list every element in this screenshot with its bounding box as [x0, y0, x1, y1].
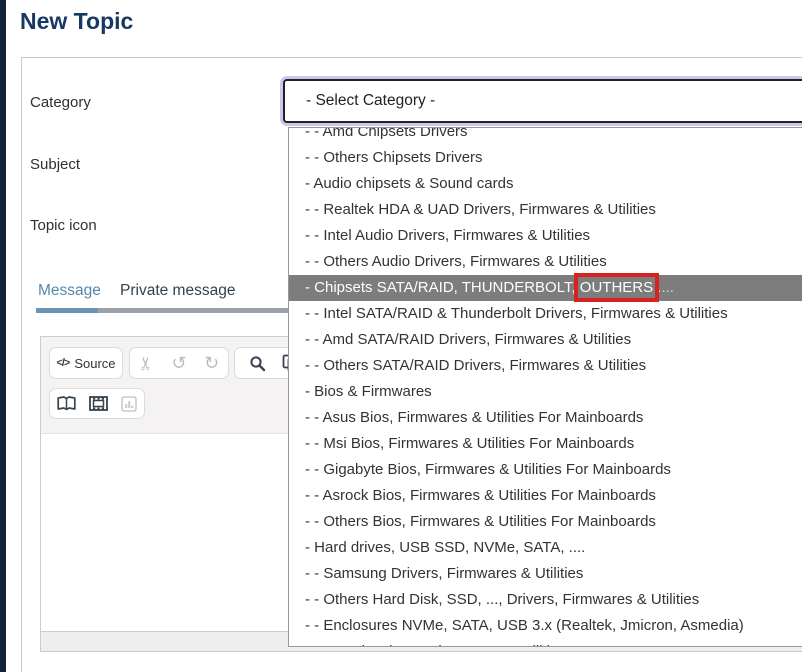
- category-option[interactable]: - - Msi Bios, Firmwares & Utilities For …: [289, 431, 802, 457]
- category-option[interactable]: - - Amd SATA/RAID Drivers, Firmwares & U…: [289, 327, 802, 353]
- tab-private-message[interactable]: Private message: [120, 282, 235, 300]
- category-option[interactable]: - - Amd Chipsets Drivers: [289, 127, 802, 145]
- category-option[interactable]: - - Enclosures NVMe, SATA, USB 3.x (Real…: [289, 613, 802, 639]
- category-dropdown-list: - - Amd Chipsets Drivers- - Others Chips…: [288, 127, 802, 647]
- category-option[interactable]: - Network Drivers, Firmwares & Utilities: [289, 639, 802, 647]
- source-button-label: Source: [74, 356, 115, 371]
- insert-button-group: [49, 388, 145, 419]
- category-option[interactable]: - - Intel SATA/RAID & Thunderbolt Driver…: [289, 301, 802, 327]
- category-option[interactable]: - - Samsung Drivers, Firmwares & Utiliti…: [289, 561, 802, 587]
- search-icon[interactable]: [249, 355, 266, 372]
- source-code-icon: </>: [56, 357, 69, 369]
- category-option[interactable]: - - Others Hard Disk, SSD, ..., Drivers,…: [289, 587, 802, 613]
- category-option-highlighted[interactable]: - Chipsets SATA/RAID, THUNDERBOLT, OUTHE…: [289, 275, 802, 301]
- category-option[interactable]: - - Others Chipsets Drivers: [289, 145, 802, 171]
- page-title: New Topic: [20, 8, 133, 35]
- category-option[interactable]: - Hard drives, USB SSD, NVMe, SATA, ....: [289, 535, 802, 561]
- category-select-value: - Select Category -: [306, 92, 435, 110]
- edit-button-group: ✂ ↺ ↻: [129, 347, 229, 379]
- category-option[interactable]: - - Others SATA/RAID Drivers, Firmwares …: [289, 353, 802, 379]
- category-option[interactable]: - - Others Bios, Firmwares & Utilities F…: [289, 509, 802, 535]
- category-option[interactable]: - - Realtek HDA & UAD Drivers, Firmwares…: [289, 197, 802, 223]
- category-select[interactable]: - Select Category -: [283, 79, 802, 123]
- subject-label: Subject: [30, 156, 80, 173]
- category-label: Category: [30, 94, 91, 111]
- category-option[interactable]: - - Asrock Bios, Firmwares & Utilities F…: [289, 483, 802, 509]
- film-strip-icon[interactable]: [89, 396, 108, 411]
- tab-active-indicator: [36, 308, 98, 313]
- category-option[interactable]: - - Intel Audio Drivers, Firmwares & Uti…: [289, 223, 802, 249]
- category-option[interactable]: - Bios & Firmwares: [289, 379, 802, 405]
- source-button[interactable]: </> Source: [49, 347, 123, 379]
- category-option[interactable]: - - Others Audio Drivers, Firmwares & Ut…: [289, 249, 802, 275]
- category-option[interactable]: - Audio chipsets & Sound cards: [289, 171, 802, 197]
- cut-icon[interactable]: ✂: [139, 353, 154, 374]
- tab-message[interactable]: Message: [38, 282, 101, 300]
- bar-chart-icon[interactable]: [121, 396, 137, 412]
- new-topic-page: New Topic Category Subject Topic icon Me…: [0, 0, 802, 672]
- category-option[interactable]: - - Asus Bios, Firmwares & Utilities For…: [289, 405, 802, 431]
- undo-icon[interactable]: ↺: [171, 353, 186, 374]
- redo-icon[interactable]: ↻: [204, 353, 219, 374]
- category-option[interactable]: - - Gigabyte Bios, Firmwares & Utilities…: [289, 457, 802, 483]
- topic-icon-label: Topic icon: [30, 217, 97, 234]
- page-left-edge-bar: [0, 0, 6, 672]
- annotation-red-box: OUTHERS: [580, 279, 653, 296]
- book-icon[interactable]: [57, 396, 76, 411]
